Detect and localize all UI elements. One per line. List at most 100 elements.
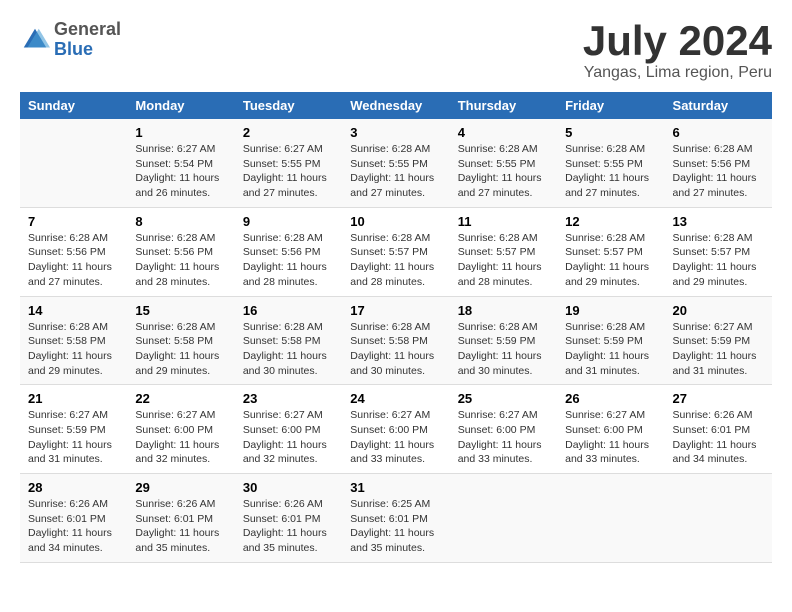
calendar-week-row: 7 Sunrise: 6:28 AMSunset: 5:56 PMDaylight… <box>20 207 772 296</box>
day-info: Sunrise: 6:28 AMSunset: 5:57 PMDaylight:… <box>673 231 764 290</box>
day-number: 15 <box>135 303 226 318</box>
day-number: 26 <box>565 391 656 406</box>
day-number: 11 <box>458 214 549 229</box>
day-info: Sunrise: 6:28 AMSunset: 5:55 PMDaylight:… <box>565 142 656 201</box>
day-info: Sunrise: 6:28 AMSunset: 5:57 PMDaylight:… <box>565 231 656 290</box>
calendar-cell: 3Sunrise: 6:28 AMSunset: 5:55 PMDaylight… <box>342 119 449 207</box>
calendar-week-row: 28 Sunrise: 6:26 AMSunset: 6:01 PMDayligh… <box>20 474 772 563</box>
day-info: Sunrise: 6:26 AMSunset: 6:01 PMDaylight:… <box>243 497 334 556</box>
day-number: 19 <box>565 303 656 318</box>
calendar-cell: 16 Sunrise: 6:28 AMSunset: 5:58 PMDayligh… <box>235 296 342 385</box>
day-number: 5 <box>565 125 656 140</box>
calendar-cell: 17 Sunrise: 6:28 AMSunset: 5:58 PMDayligh… <box>342 296 449 385</box>
calendar-cell: 30 Sunrise: 6:26 AMSunset: 6:01 PMDayligh… <box>235 474 342 563</box>
day-info: Sunrise: 6:27 AMSunset: 6:00 PMDaylight:… <box>350 408 441 467</box>
day-number: 4 <box>458 125 549 140</box>
day-info: Sunrise: 6:28 AMSunset: 5:56 PMDaylight:… <box>673 142 764 201</box>
logo: General Blue <box>20 20 121 60</box>
day-info: Sunrise: 6:28 AMSunset: 5:58 PMDaylight:… <box>135 320 226 379</box>
page-title: July 2024 <box>583 20 772 62</box>
day-number: 6 <box>673 125 764 140</box>
day-info: Sunrise: 6:28 AMSunset: 5:56 PMDaylight:… <box>243 231 334 290</box>
day-info: Sunrise: 6:27 AMSunset: 6:00 PMDaylight:… <box>243 408 334 467</box>
day-info: Sunrise: 6:28 AMSunset: 5:59 PMDaylight:… <box>565 320 656 379</box>
day-of-week-header: Thursday <box>450 92 557 119</box>
day-number: 2 <box>243 125 334 140</box>
title-block: July 2024 Yangas, Lima region, Peru <box>583 20 772 82</box>
day-info: Sunrise: 6:28 AMSunset: 5:58 PMDaylight:… <box>243 320 334 379</box>
calendar-cell: 14 Sunrise: 6:28 AMSunset: 5:58 PMDayligh… <box>20 296 127 385</box>
logo-icon <box>20 25 50 55</box>
day-info: Sunrise: 6:25 AMSunset: 6:01 PMDaylight:… <box>350 497 441 556</box>
calendar-cell: 20Sunrise: 6:27 AMSunset: 5:59 PMDayligh… <box>665 296 772 385</box>
day-info: Sunrise: 6:27 AMSunset: 6:00 PMDaylight:… <box>458 408 549 467</box>
day-number: 18 <box>458 303 549 318</box>
calendar-cell: 7 Sunrise: 6:28 AMSunset: 5:56 PMDaylight… <box>20 207 127 296</box>
day-info: Sunrise: 6:26 AMSunset: 6:01 PMDaylight:… <box>673 408 764 467</box>
day-number: 27 <box>673 391 764 406</box>
calendar-week-row: 14 Sunrise: 6:28 AMSunset: 5:58 PMDayligh… <box>20 296 772 385</box>
day-number: 7 <box>28 214 119 229</box>
calendar-cell: 4 Sunrise: 6:28 AMSunset: 5:55 PMDaylight… <box>450 119 557 207</box>
day-of-week-header: Saturday <box>665 92 772 119</box>
calendar-cell: 21 Sunrise: 6:27 AMSunset: 5:59 PMDayligh… <box>20 385 127 474</box>
day-info: Sunrise: 6:27 AMSunset: 5:54 PMDaylight:… <box>135 142 226 201</box>
day-number: 28 <box>28 480 119 495</box>
calendar-cell: 29 Sunrise: 6:26 AMSunset: 6:01 PMDayligh… <box>127 474 234 563</box>
calendar-week-row: 1 Sunrise: 6:27 AMSunset: 5:54 PMDaylight… <box>20 119 772 207</box>
day-info: Sunrise: 6:28 AMSunset: 5:55 PMDaylight:… <box>350 142 441 201</box>
calendar-cell <box>557 474 664 563</box>
day-number: 23 <box>243 391 334 406</box>
calendar-cell: 18 Sunrise: 6:28 AMSunset: 5:59 PMDayligh… <box>450 296 557 385</box>
calendar-cell: 9Sunrise: 6:28 AMSunset: 5:56 PMDaylight… <box>235 207 342 296</box>
calendar-cell: 2Sunrise: 6:27 AMSunset: 5:55 PMDaylight… <box>235 119 342 207</box>
day-number: 31 <box>350 480 441 495</box>
calendar-cell: 13 Sunrise: 6:28 AMSunset: 5:57 PMDayligh… <box>665 207 772 296</box>
calendar-cell <box>20 119 127 207</box>
day-number: 20 <box>673 303 764 318</box>
calendar-cell: 11Sunrise: 6:28 AMSunset: 5:57 PMDayligh… <box>450 207 557 296</box>
calendar-cell: 22 Sunrise: 6:27 AMSunset: 6:00 PMDayligh… <box>127 385 234 474</box>
day-number: 25 <box>458 391 549 406</box>
calendar-cell: 27 Sunrise: 6:26 AMSunset: 6:01 PMDayligh… <box>665 385 772 474</box>
day-number: 13 <box>673 214 764 229</box>
day-number: 1 <box>135 125 226 140</box>
day-info: Sunrise: 6:28 AMSunset: 5:56 PMDaylight:… <box>28 231 119 290</box>
calendar-cell: 31 Sunrise: 6:25 AMSunset: 6:01 PMDayligh… <box>342 474 449 563</box>
calendar-cell: 6 Sunrise: 6:28 AMSunset: 5:56 PMDaylight… <box>665 119 772 207</box>
day-of-week-header: Sunday <box>20 92 127 119</box>
calendar-cell: 23 Sunrise: 6:27 AMSunset: 6:00 PMDayligh… <box>235 385 342 474</box>
day-number: 8 <box>135 214 226 229</box>
calendar-cell: 8 Sunrise: 6:28 AMSunset: 5:56 PMDaylight… <box>127 207 234 296</box>
day-info: Sunrise: 6:26 AMSunset: 6:01 PMDaylight:… <box>135 497 226 556</box>
calendar-table: SundayMondayTuesdayWednesdayThursdayFrid… <box>20 92 772 563</box>
day-info: Sunrise: 6:28 AMSunset: 5:56 PMDaylight:… <box>135 231 226 290</box>
day-info: Sunrise: 6:28 AMSunset: 5:59 PMDaylight:… <box>458 320 549 379</box>
day-info: Sunrise: 6:27 AMSunset: 5:59 PMDaylight:… <box>28 408 119 467</box>
day-info: Sunrise: 6:27 AMSunset: 6:00 PMDaylight:… <box>565 408 656 467</box>
day-of-week-header: Wednesday <box>342 92 449 119</box>
day-of-week-header: Monday <box>127 92 234 119</box>
day-info: Sunrise: 6:28 AMSunset: 5:58 PMDaylight:… <box>28 320 119 379</box>
calendar-cell: 24Sunrise: 6:27 AMSunset: 6:00 PMDayligh… <box>342 385 449 474</box>
day-number: 12 <box>565 214 656 229</box>
day-number: 17 <box>350 303 441 318</box>
day-number: 14 <box>28 303 119 318</box>
calendar-cell <box>450 474 557 563</box>
day-number: 29 <box>135 480 226 495</box>
day-info: Sunrise: 6:28 AMSunset: 5:58 PMDaylight:… <box>350 320 441 379</box>
calendar-cell: 12 Sunrise: 6:28 AMSunset: 5:57 PMDayligh… <box>557 207 664 296</box>
calendar-cell: 26 Sunrise: 6:27 AMSunset: 6:00 PMDayligh… <box>557 385 664 474</box>
day-info: Sunrise: 6:28 AMSunset: 5:55 PMDaylight:… <box>458 142 549 201</box>
day-number: 30 <box>243 480 334 495</box>
day-number: 22 <box>135 391 226 406</box>
day-number: 16 <box>243 303 334 318</box>
page-subtitle: Yangas, Lima region, Peru <box>583 64 772 82</box>
logo-blue-text: Blue <box>54 40 121 60</box>
calendar-week-row: 21 Sunrise: 6:27 AMSunset: 5:59 PMDayligh… <box>20 385 772 474</box>
day-info: Sunrise: 6:27 AMSunset: 6:00 PMDaylight:… <box>135 408 226 467</box>
calendar-cell: 15 Sunrise: 6:28 AMSunset: 5:58 PMDayligh… <box>127 296 234 385</box>
day-number: 21 <box>28 391 119 406</box>
day-of-week-header: Tuesday <box>235 92 342 119</box>
calendar-cell: 25 Sunrise: 6:27 AMSunset: 6:00 PMDayligh… <box>450 385 557 474</box>
